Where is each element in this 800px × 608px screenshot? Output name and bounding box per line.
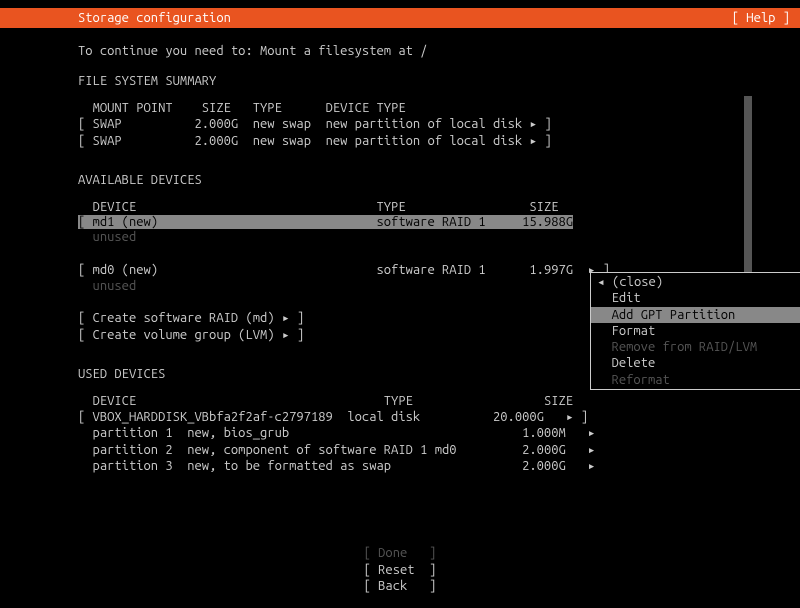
used-partition-row[interactable]: partition 1 new, bios_grub 1.000M ▸ — [78, 425, 722, 441]
menu-close[interactable]: ◂ (close) — [591, 274, 800, 290]
scrollbar-thumb[interactable] — [744, 96, 752, 286]
footer-buttons: [ Done ] [ Reset ] [ Back ] — [0, 545, 800, 594]
menu-format[interactable]: Format▸ — [591, 323, 800, 339]
used-disk-row[interactable]: [ VBOX_HARDDISK_VBbfa2f2af-c2797189 loca… — [78, 409, 722, 425]
done-button[interactable]: [ Done ] — [0, 545, 800, 561]
fs-summary-headers: MOUNT POINT SIZE TYPE DEVICE TYPE — [78, 100, 722, 116]
page-title: Storage configuration — [78, 11, 231, 25]
fs-row[interactable]: [ SWAP 2.000G new swap new partition of … — [78, 116, 722, 132]
context-menu[interactable]: ◂ (close) Edit▸ Add GPT Partition▸ Forma… — [590, 272, 800, 390]
instruction-text: To continue you need to: Mount a filesys… — [78, 44, 722, 58]
back-button[interactable]: [ Back ] — [0, 578, 800, 594]
available-row: unused — [78, 229, 722, 245]
blank-row — [78, 245, 722, 261]
menu-edit[interactable]: Edit▸ — [591, 290, 800, 306]
used-partition-row[interactable]: partition 3 new, to be formatted as swap… — [78, 458, 722, 474]
used-headers: DEVICE TYPE SIZE — [78, 393, 722, 409]
menu-delete[interactable]: Delete▸ — [591, 355, 800, 371]
reset-button[interactable]: [ Reset ] — [0, 562, 800, 578]
menu-remove-raid-lvm: Remove from RAID/LVM — [591, 339, 800, 355]
fs-row[interactable]: [ SWAP 2.000G new swap new partition of … — [78, 133, 722, 149]
section-available-title: AVAILABLE DEVICES — [78, 173, 722, 187]
menu-add-gpt-partition[interactable]: Add GPT Partition▸ — [591, 307, 800, 323]
main-content: To continue you need to: Mount a filesys… — [0, 28, 800, 474]
section-fs-summary-title: FILE SYSTEM SUMMARY — [78, 74, 722, 88]
menu-reformat: Reformat▸ — [591, 372, 800, 388]
used-partition-row[interactable]: partition 2 new, component of software R… — [78, 442, 722, 458]
available-row-selected[interactable]: [ md1 (new) software RAID 1 15.988G — [78, 215, 722, 229]
available-headers: DEVICE TYPE SIZE — [78, 199, 722, 215]
title-bar: Storage configuration [ Help ] — [0, 8, 800, 28]
help-button[interactable]: [ Help ] — [732, 11, 790, 25]
